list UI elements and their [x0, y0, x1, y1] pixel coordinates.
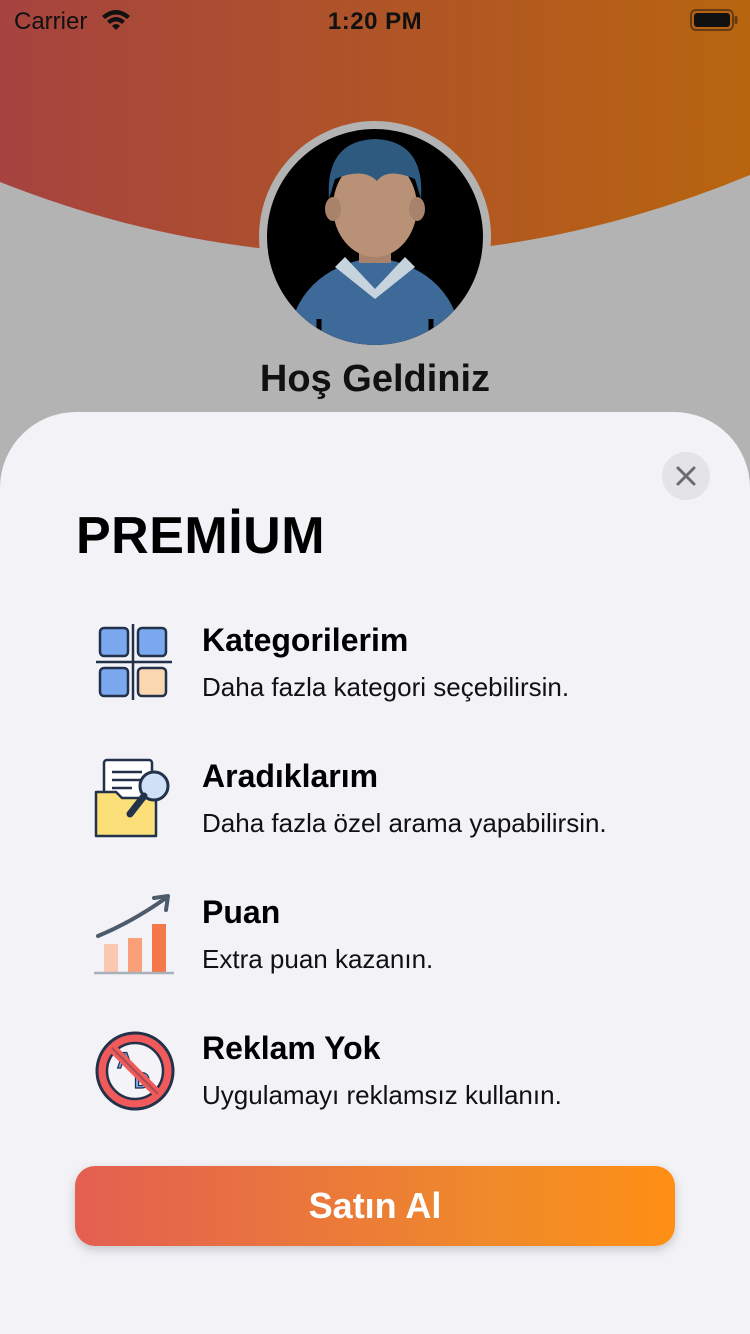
no-ads-icon: A D: [95, 1031, 175, 1111]
sheet-title: PREMİUM: [76, 507, 326, 565]
categories-grid-icon: [96, 624, 172, 700]
feature-title: Puan: [202, 894, 281, 930]
feature-title: Reklam Yok: [202, 1030, 381, 1066]
feature-description: Extra puan kazanın.: [202, 944, 434, 974]
feature-title: Kategorilerim: [202, 622, 409, 658]
feature-description: Uygulamayı reklamsız kullanın.: [202, 1080, 562, 1110]
buy-button[interactable]: Satın Al: [75, 1166, 675, 1246]
feature-description: Daha fazla özel arama yapabilirsin.: [202, 808, 607, 838]
avatar[interactable]: [259, 121, 491, 353]
close-button[interactable]: [662, 452, 710, 500]
clock: 1:20 PM: [327, 8, 423, 35]
feature-title: Aradıklarım: [202, 758, 379, 794]
status-bar: Carrier 1:20 PM: [0, 0, 750, 40]
feature-description: Daha fazla kategori seçebilirsin.: [202, 672, 570, 702]
feature-item-no-ads: A D Reklam Yok Uygulamayı reklamsız kull…: [92, 1028, 712, 1128]
growth-chart-icon: [94, 894, 174, 975]
welcome-title: Hoş Geldiniz: [259, 358, 491, 400]
battery-icon: [690, 9, 738, 31]
feature-item-categories: Kategorilerim Daha fazla kategori seçebi…: [92, 620, 712, 720]
feature-item-searches: Aradıklarım Daha fazla özel arama yapabi…: [92, 756, 712, 856]
feature-item-points: Puan Extra puan kazanın.: [92, 892, 712, 992]
close-icon: [676, 466, 696, 486]
folder-search-icon: [94, 758, 170, 838]
user-avatar-icon: [267, 129, 483, 345]
